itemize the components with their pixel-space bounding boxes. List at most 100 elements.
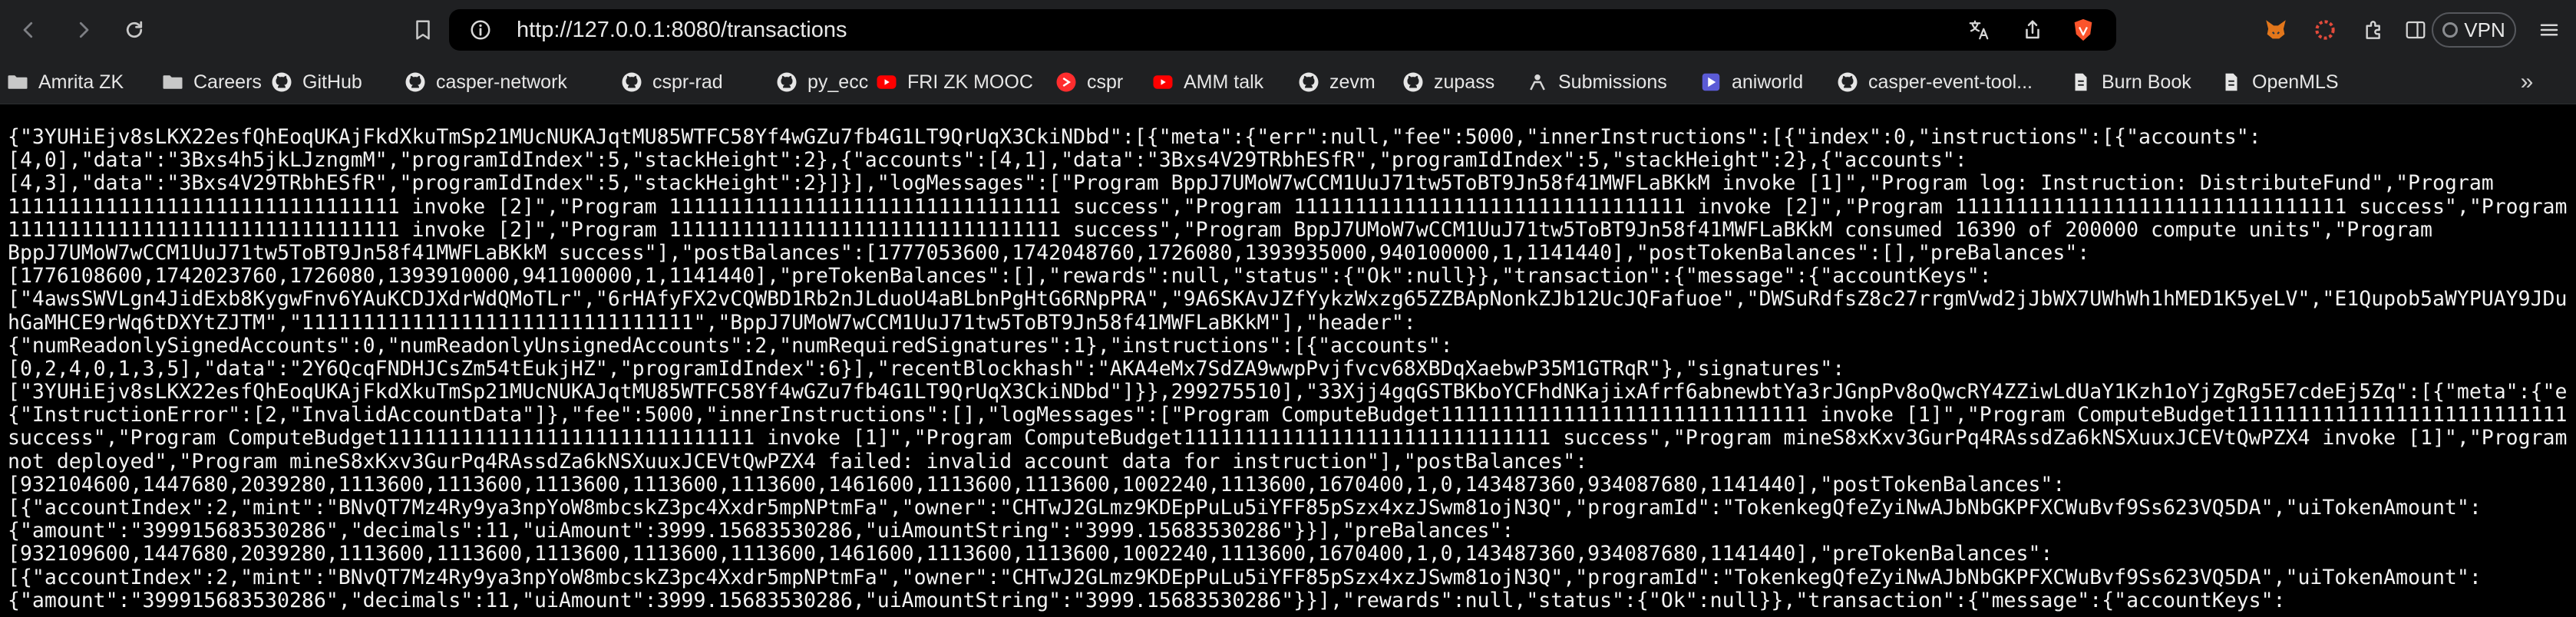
address-bar[interactable]: http://127.0.0.1:8080/transactions: [449, 9, 2116, 51]
brave-shield-icon[interactable]: [2070, 17, 2096, 43]
share-icon[interactable]: [2021, 18, 2044, 41]
bookmark-label: FRI ZK MOOC: [907, 71, 1033, 93]
json-text-line: {"3YUHiEjv8sLKX22esfQhEoqUKAjFkdXkuTmSp2…: [8, 126, 2261, 149]
bookmark-item[interactable]: cspr: [1055, 60, 1123, 104]
bookmark-label: OpenMLS: [2252, 71, 2339, 93]
json-response-text: {"3YUHiEjv8sLKX22esfQhEoqUKAjFkdXkuTmSp2…: [8, 126, 2568, 612]
site-info-icon[interactable]: [469, 18, 492, 41]
bookmark-page-button[interactable]: [407, 14, 439, 46]
json-text-line: [0,2,4,0,1,3,5],"data":"2Y6QcqFNDHJCsZm5…: [8, 356, 1845, 381]
json-text-line: [4,3],"data":"3Bxs4V29TRbhESfR","program…: [8, 171, 2494, 196]
reload-icon: [126, 21, 143, 38]
back-button[interactable]: [12, 14, 45, 46]
metamask-extension-button[interactable]: [2260, 14, 2292, 46]
github-icon: [775, 71, 798, 94]
bookmark-label: Amrita ZK: [38, 71, 124, 93]
sidebar-icon: [2406, 21, 2426, 39]
json-text-line: 11111111111111111111111111111111 invoke …: [8, 217, 2432, 242]
bookmark-label: py_ecc: [807, 71, 869, 93]
bookmark-item[interactable]: GitHub: [270, 60, 362, 104]
json-text-line: [{"accountIndex":2,"mint":"BNvQT7Mz4Ry9y…: [8, 565, 2482, 589]
youtube-icon: [875, 71, 898, 94]
github-icon: [404, 71, 427, 94]
reload-button[interactable]: [118, 14, 150, 46]
document-icon: [2069, 71, 2092, 94]
submissions-icon: [1526, 71, 1549, 94]
arrow-left-icon: [23, 21, 33, 38]
json-text-line: [{"accountIndex":2,"mint":"BNvQT7Mz4Ry9y…: [8, 496, 2482, 520]
bookmark-label: AMM talk: [1184, 71, 1264, 93]
arrow-right-icon: [79, 21, 89, 38]
loading-extension-button[interactable]: [2309, 14, 2341, 46]
bookmark-item[interactable]: zevm: [1297, 60, 1376, 104]
extensions-button[interactable]: [2358, 14, 2390, 46]
folder-icon: [6, 71, 29, 94]
github-icon: [1297, 71, 1320, 94]
json-text-line: not deployed","Program mineS8xKxv3GurPq4…: [8, 449, 1588, 473]
metamask-fox-icon: [2266, 20, 2286, 39]
json-text-line: {"InstructionError":[2,"InvalidAccountDa…: [8, 403, 2568, 427]
bookmark-item[interactable]: cspr-rad: [620, 60, 723, 104]
folder-icon: [161, 71, 184, 94]
bookmark-label: Burn Book: [2102, 71, 2191, 93]
vpn-button[interactable]: VPN: [2432, 12, 2516, 48]
json-text-line: ["3YUHiEjv8sLKX22esfQhEoqUKAjFkdXkuTmSp2…: [8, 380, 2568, 404]
document-icon: [2220, 71, 2243, 94]
github-icon: [270, 71, 293, 94]
bookmark-label: cspr: [1087, 71, 1124, 93]
bookmark-item[interactable]: FRI ZK MOOC: [875, 60, 1033, 104]
bookmark-item[interactable]: zupass: [1402, 60, 1494, 104]
bookmark-label: casper-event-tool...: [1868, 71, 2033, 93]
bookmark-item[interactable]: Careers: [161, 60, 262, 104]
bookmark-item[interactable]: casper-network: [404, 60, 567, 104]
bookmark-item[interactable]: py_ecc: [775, 60, 868, 104]
json-text-line: {"numReadonlySignedAccounts":0,"numReado…: [8, 333, 1453, 358]
bookmark-item[interactable]: OpenMLS: [2220, 60, 2339, 104]
json-text-line: ["4awsSWVLgn4JidExb8KygwFnv6YAuKCDJXdrWd…: [8, 287, 2568, 312]
json-text-line: [1776108600,1742023760,1726080,139391000…: [8, 264, 1992, 289]
vpn-label: VPN: [2464, 18, 2505, 41]
translate-icon[interactable]: [1967, 18, 1990, 41]
json-text-line: [4,0],"data":"3Bxs4h5jkLJzngmM","program…: [8, 148, 1967, 173]
github-icon: [620, 71, 643, 94]
browser-toolbar: http://127.0.0.1:8080/transactions VPN: [0, 0, 2576, 60]
bookmark-label: aniworld: [1732, 71, 1804, 93]
cspr-icon: [1055, 71, 1078, 94]
bookmark-item[interactable]: Burn Book: [2069, 60, 2191, 104]
bookmark-label: zevm: [1329, 71, 1376, 93]
bookmark-item[interactable]: Amrita ZK: [6, 60, 124, 104]
menu-button[interactable]: [2533, 14, 2565, 46]
github-icon: [1836, 71, 1859, 94]
bookmark-item[interactable]: casper-event-tool...: [1836, 60, 2033, 104]
more-bookmarks-button[interactable]: »: [2512, 60, 2542, 104]
json-text-line: {"amount":"399915683530286","decimals":1…: [8, 588, 2286, 612]
puzzle-icon: [2366, 21, 2380, 39]
json-text-line: [932104600,1447680,2039280,1113600,11136…: [8, 472, 2066, 497]
bookmark-label: Careers: [193, 71, 262, 93]
bookmark-label: GitHub: [302, 71, 362, 93]
bookmark-label: Submissions: [1558, 71, 1667, 93]
bookmark-item[interactable]: Submissions: [1526, 60, 1667, 104]
double-chevron-right-icon: »: [2520, 69, 2534, 94]
url-text[interactable]: http://127.0.0.1:8080/transactions: [517, 9, 847, 51]
hamburger-menu-icon: [2540, 24, 2558, 36]
json-text-line: BppJ7UMoW7wCCM1UuJ71tw5ToBT9Jn58f41MWFLa…: [8, 240, 2090, 265]
bookmark-label: casper-network: [436, 71, 567, 93]
bookmark-item[interactable]: AMM talk: [1151, 60, 1263, 104]
json-text-line: [932109600,1447680,2039280,1113600,11136…: [8, 542, 2053, 566]
youtube-icon: [1151, 71, 1174, 94]
bookmark-icon: [416, 20, 430, 40]
aniworld-icon: [1699, 71, 1722, 94]
json-text-line: hGaMHCE9rWq6tDXYtZJTM","1111111111111111…: [8, 310, 1416, 335]
bookmark-item[interactable]: aniworld: [1699, 60, 1803, 104]
json-text-line: {"amount":"399915683530286","decimals":1…: [8, 519, 1514, 543]
forward-button[interactable]: [68, 14, 100, 46]
sidebar-toggle-button[interactable]: [2399, 14, 2432, 46]
github-icon: [1402, 71, 1425, 94]
bookmark-label: zupass: [1434, 71, 1495, 93]
json-text-line: 11111111111111111111111111111111 invoke …: [8, 194, 2568, 219]
vpn-status-icon: [2442, 22, 2459, 38]
json-text-line: success","Program ComputeBudget111111111…: [8, 426, 2568, 450]
bookmarks-bar: Amrita ZK Careers GitHub casper-network cspr…: [0, 60, 2576, 104]
spinner-icon: [2315, 20, 2335, 40]
